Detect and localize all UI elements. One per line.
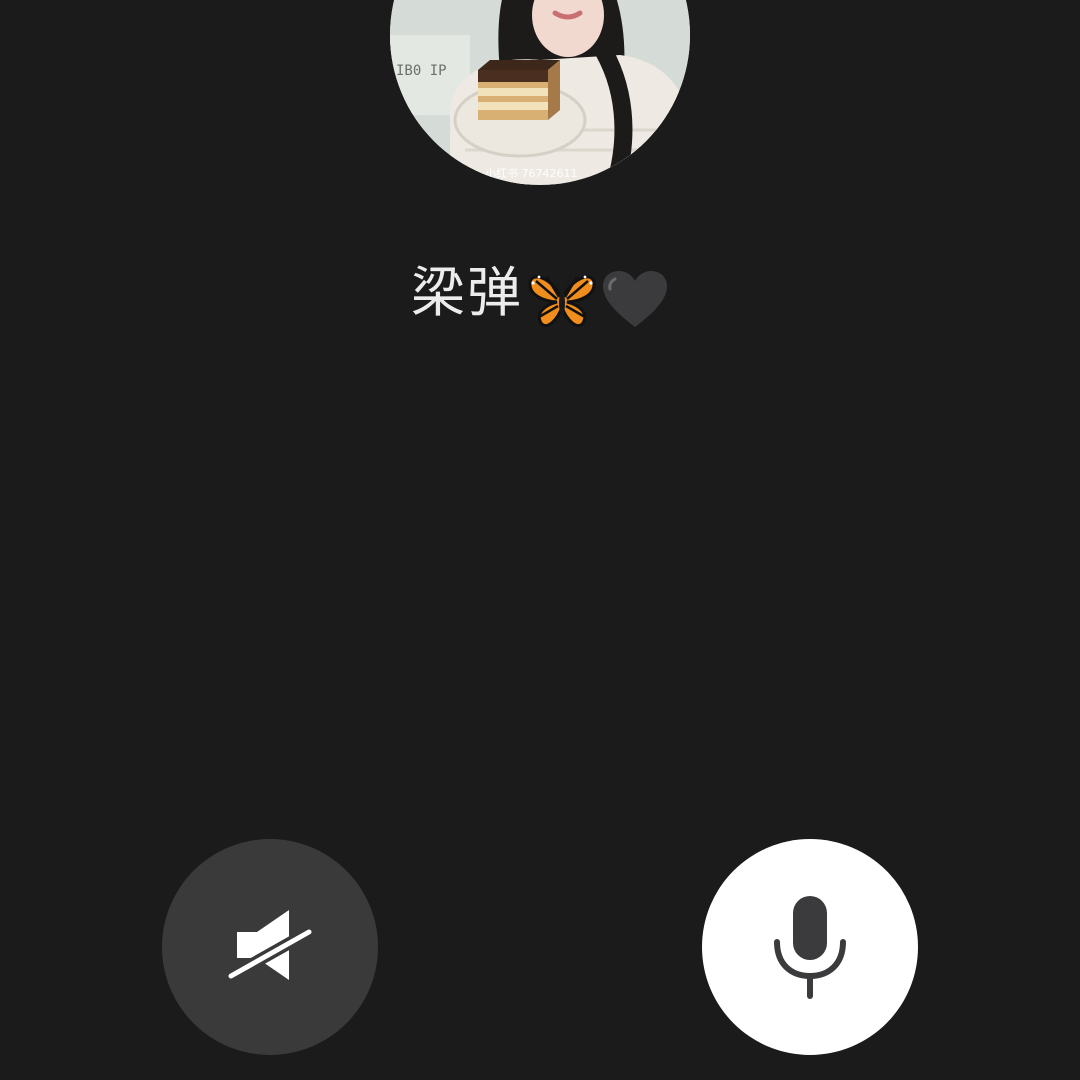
black-heart-emoji-icon [601,258,669,334]
caller-name: 梁弹 [411,261,523,324]
avatar-photo: IB0 IP 小红书 76742611 [390,0,690,185]
voice-call-screen: IB0 IP 小红书 76742611 梁弹 [0,0,1080,1080]
microphone-toggle-button[interactable] [702,839,918,1055]
speaker-muted-icon [225,910,315,982]
svg-text:IB0 IP: IB0 IP [396,63,447,79]
microphone-icon [774,896,846,999]
avatar-watermark: 小红书 76742611 [485,167,578,180]
caller-avatar: IB0 IP 小红书 76742611 [390,0,690,185]
caller-name-row: 梁弹 [0,255,1080,334]
speaker-toggle-button[interactable] [162,839,378,1055]
butterfly-emoji-icon [527,258,597,334]
